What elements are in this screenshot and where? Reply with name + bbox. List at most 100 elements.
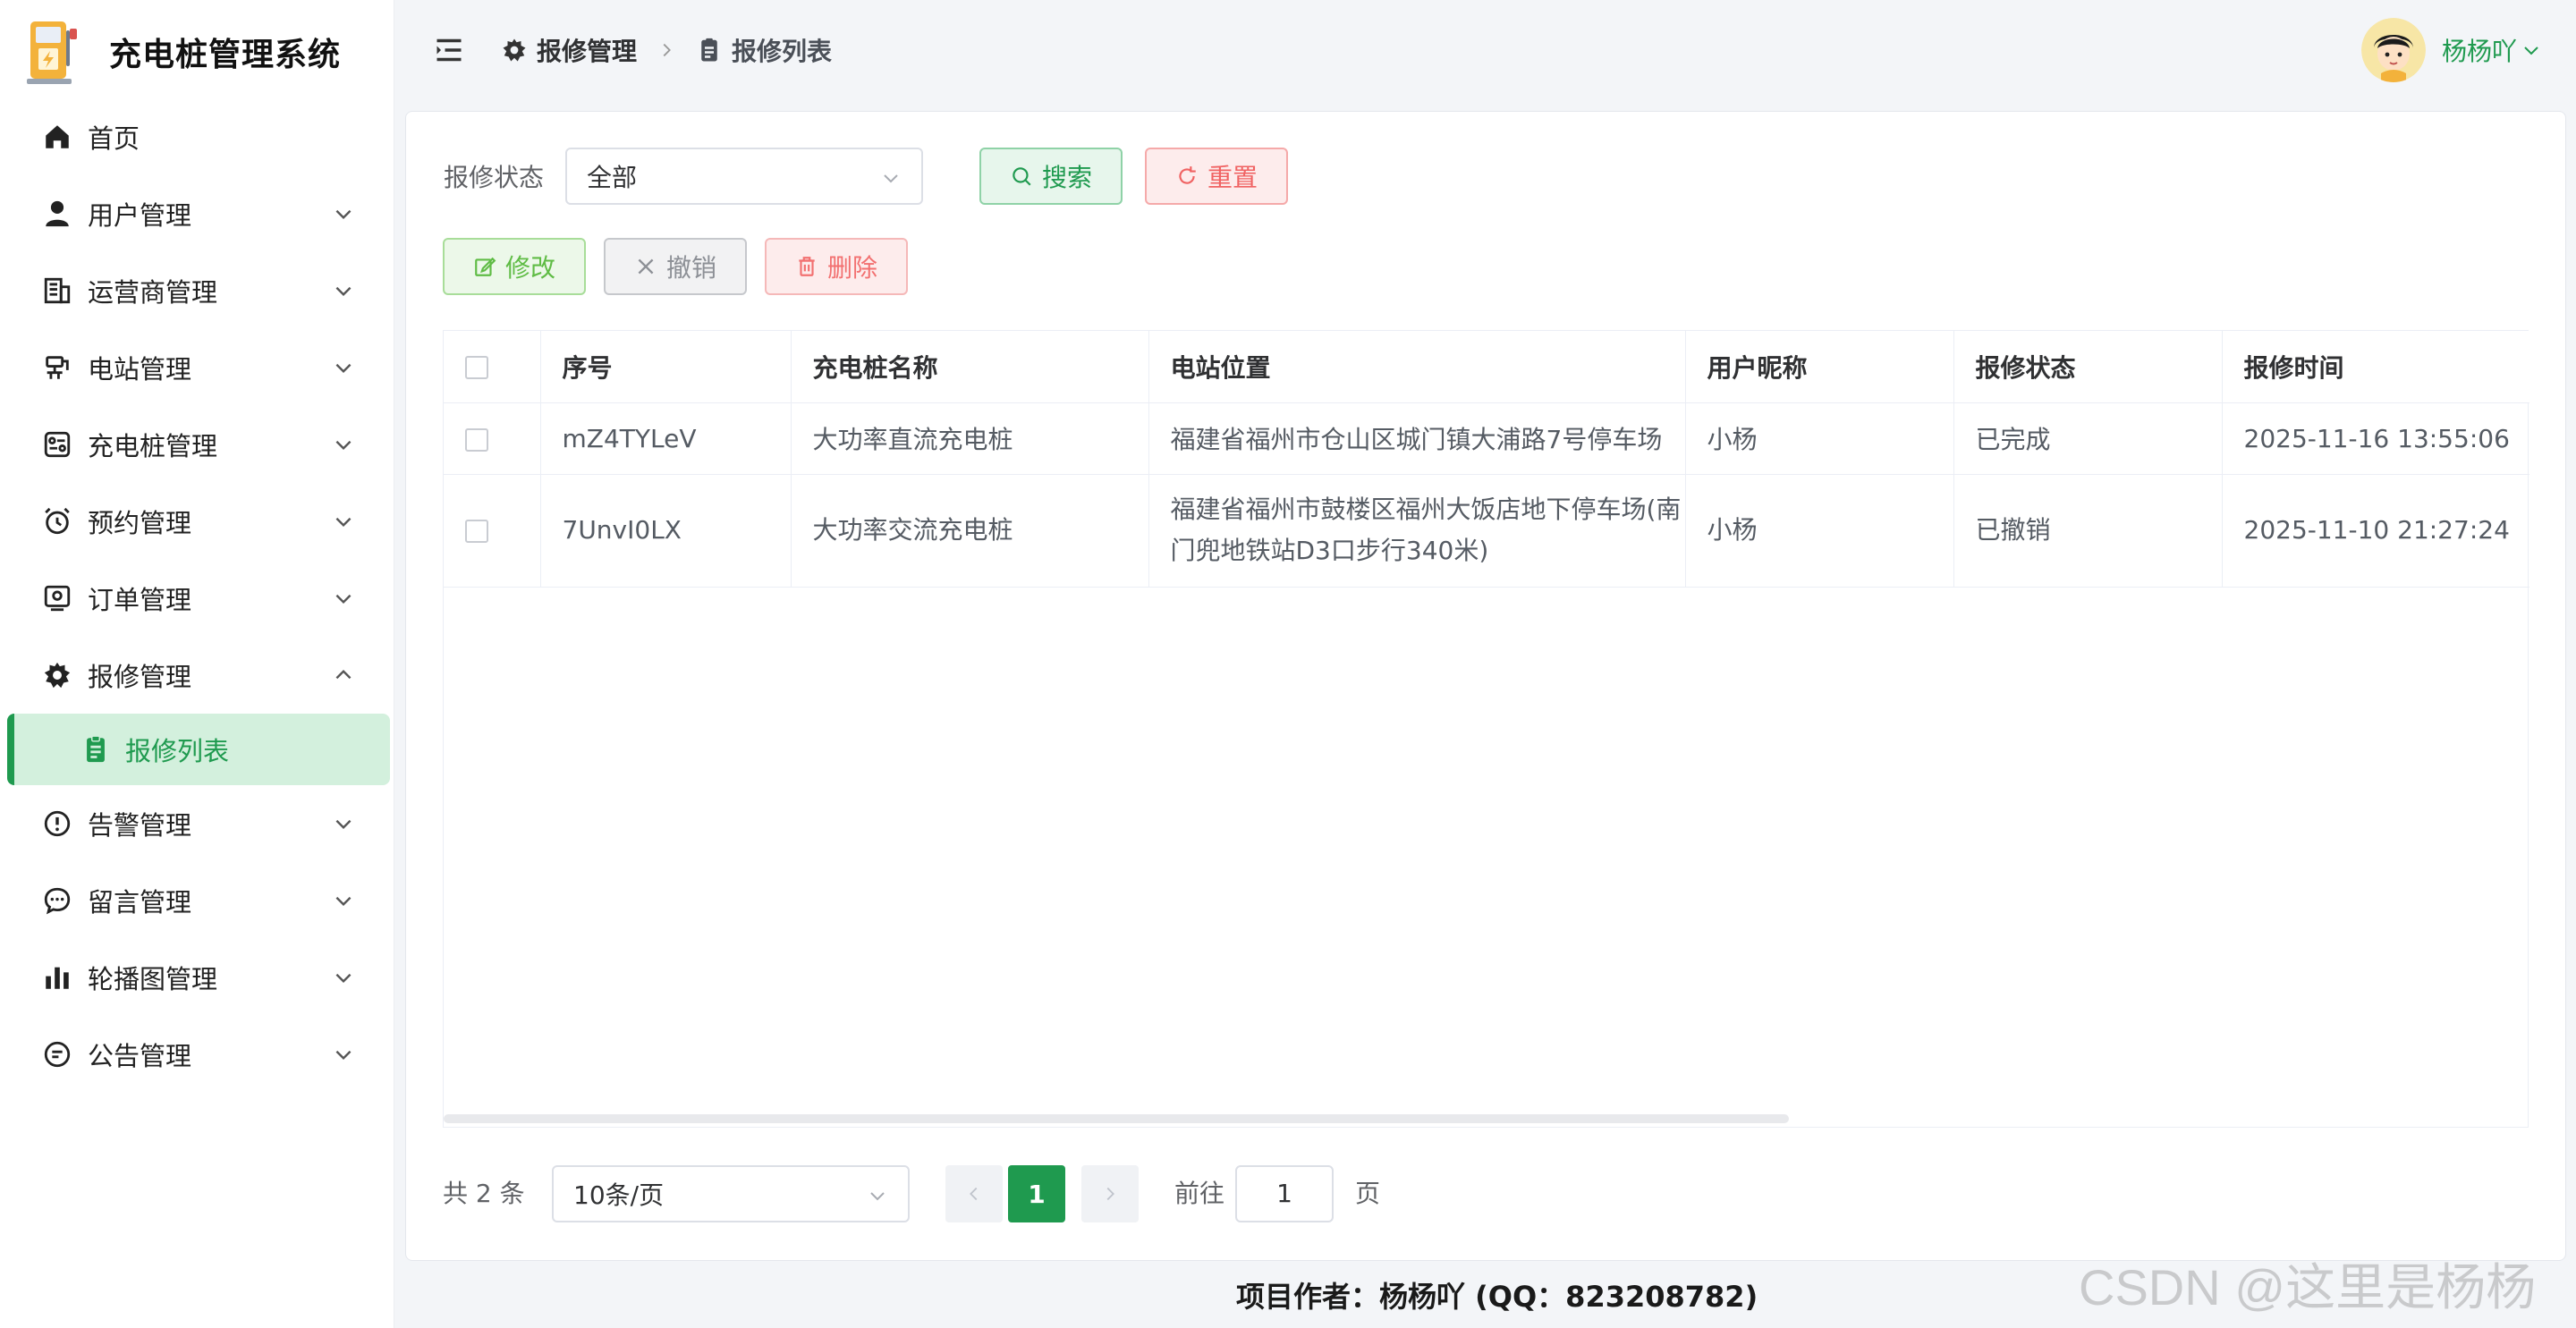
select-all-checkbox[interactable] (465, 356, 488, 380)
gear-icon (503, 38, 526, 62)
edit-button[interactable]: 修改 (443, 238, 586, 295)
sidebar-item-label: 轮播图管理 (88, 964, 218, 994)
top-bar: 报修管理 报修列表 杨杨吖 (395, 0, 2576, 100)
menu-fold-icon[interactable] (433, 34, 465, 66)
sidebar-item-chargers[interactable]: 充电桩管理 (0, 406, 394, 483)
user-icon (39, 196, 75, 232)
chevron-down-icon (2524, 47, 2538, 55)
cancel-button-label: 撤销 (665, 253, 716, 283)
sidebar-item-users[interactable]: 用户管理 (0, 175, 394, 252)
cell-station-location: 福建省福州市鼓楼区福州大饭店地下停车场(南门兜地铁站D3口步行340米) (1148, 474, 1686, 588)
bar-chart-icon (39, 960, 75, 995)
column-header[interactable]: 报修时间 (2222, 331, 2529, 403)
trash-icon (799, 257, 815, 276)
sidebar-item-carousel[interactable]: 轮播图管理 (0, 939, 394, 1016)
select-all-cell (444, 331, 541, 403)
status-select-value: 全部 (587, 163, 638, 192)
sidebar-item-operators[interactable]: 运营商管理 (0, 252, 394, 329)
chevron-down-icon (335, 1050, 352, 1061)
cancel-button[interactable]: 撤销 (604, 238, 747, 295)
sidebar-item-label: 电站管理 (88, 354, 192, 385)
sidebar-item-home[interactable]: 首页 (0, 98, 394, 175)
sidebar-item-label: 订单管理 (88, 585, 192, 615)
prev-page-button[interactable] (945, 1165, 1003, 1222)
column-header[interactable]: 用户昵称 (1685, 331, 1954, 403)
edit-icon (475, 257, 496, 276)
chevron-down-icon (335, 440, 352, 451)
sidebar-menu: 首页 用户管理 运营商管理 电站管理 充电桩管理 预约管理 订单管理 报修管理 … (0, 98, 394, 1093)
row-select-cell (444, 474, 541, 588)
cell-id: mZ4TYLeV (540, 402, 792, 475)
row-checkbox[interactable] (465, 427, 488, 452)
page-number-button[interactable]: 1 (1008, 1165, 1065, 1222)
chevron-left-icon (970, 1187, 978, 1201)
table-row[interactable]: 7UnvI0LX 大功率交流充电桩 福建省福州市鼓楼区福州大饭店地下停车场(南门… (444, 474, 2529, 588)
sidebar-item-alerts[interactable]: 告警管理 (0, 785, 394, 862)
sidebar: 充电桩管理系统 首页 用户管理 运营商管理 电站管理 充电桩管理 预约管理 订单… (0, 0, 394, 1328)
sidebar-item-label: 充电桩管理 (88, 431, 218, 461)
sidebar-item-label: 运营商管理 (88, 277, 218, 308)
sidebar-item-label: 首页 (88, 123, 140, 154)
cell-repair-status: 已完成 (1953, 402, 2223, 475)
sidebar-item-repairs[interactable]: 报修管理 (0, 637, 394, 714)
sidebar-item-announcements[interactable]: 公告管理 (0, 1016, 394, 1093)
search-button-label: 搜索 (1041, 163, 1092, 192)
column-header[interactable]: 序号 (540, 331, 792, 403)
building-icon (39, 273, 75, 309)
chevron-down-icon (335, 896, 352, 907)
sidebar-item-label: 公告管理 (88, 1041, 192, 1071)
close-icon (638, 258, 654, 275)
table-header-row: 序号 充电桩名称 电站位置 用户昵称 报修状态 报修时间 (444, 331, 2529, 403)
cell-id: 7UnvI0LX (540, 474, 792, 588)
column-header[interactable]: 充电桩名称 (791, 331, 1149, 403)
sidebar-item-reservations[interactable]: 预约管理 (0, 483, 394, 560)
chevron-down-icon (335, 517, 352, 528)
cell-repair-status: 已撤销 (1953, 474, 2223, 588)
delete-button[interactable]: 删除 (765, 238, 908, 295)
reset-button[interactable]: 重置 (1145, 148, 1288, 205)
sidebar-item-label: 告警管理 (88, 810, 192, 841)
page-suffix: 页 (1355, 1179, 1381, 1208)
sidebar-item-orders[interactable]: 订单管理 (0, 560, 394, 637)
breadcrumb-item-repair-list: 报修列表 (696, 32, 832, 68)
alarm-clock-icon (39, 503, 75, 539)
warning-icon (39, 806, 75, 842)
sidebar-subitem-repair-list[interactable]: 报修列表 (7, 714, 390, 785)
sidebar-item-label: 用户管理 (88, 200, 192, 231)
status-select[interactable]: 全部 (565, 148, 923, 205)
page-size-value: 10条/页 (573, 1180, 665, 1210)
cell-user-nickname: 小杨 (1685, 474, 1954, 588)
horizontal-scrollbar[interactable] (444, 1114, 1789, 1123)
cell-charger-name: 大功率直流充电桩 (791, 402, 1149, 475)
row-checkbox[interactable] (465, 520, 488, 543)
next-page-button[interactable] (1081, 1165, 1139, 1222)
user-menu[interactable]: 杨杨吖 (2361, 16, 2542, 84)
goto-page-input[interactable]: 1 (1235, 1165, 1334, 1222)
reset-button-label: 重置 (1207, 163, 1258, 192)
goto-label: 前往 (1174, 1179, 1225, 1208)
avatar (2361, 18, 2426, 82)
chevron-down-icon (335, 286, 352, 297)
delete-button-label: 删除 (826, 253, 877, 283)
brand: 充电桩管理系统 (25, 16, 341, 88)
search-button[interactable]: 搜索 (979, 148, 1123, 205)
column-header[interactable]: 报修状态 (1953, 331, 2223, 403)
table-row[interactable]: mZ4TYLeV 大功率直流充电桩 福建省福州市仓山区城门镇大浦路7号停车场 小… (444, 402, 2529, 475)
refresh-icon (1179, 166, 1196, 184)
chevron-right-icon (1106, 1187, 1114, 1201)
sidebar-item-messages[interactable]: 留言管理 (0, 862, 394, 939)
watermark: CSDN @这里是杨杨吖 (2079, 1259, 2537, 1328)
sidebar-subitem-label: 报修列表 (125, 736, 230, 766)
pagination-total: 共 2 条 (443, 1179, 525, 1208)
column-header[interactable]: 电站位置 (1148, 331, 1686, 403)
chevron-down-icon (884, 174, 898, 183)
search-icon (1013, 167, 1031, 186)
breadcrumb-item-repairs[interactable]: 报修管理 (501, 32, 637, 68)
main-card: 报修状态 全部 搜索 重置 修改 撤销 删除 序号 充电桩名称 电站位置 用户昵… (405, 111, 2566, 1261)
charger-logo-icon (27, 21, 77, 84)
cell-station-location: 福建省福州市仓山区城门镇大浦路7号停车场 (1148, 402, 1686, 475)
sidebar-item-stations[interactable]: 电站管理 (0, 329, 394, 406)
page-size-select[interactable]: 10条/页 (552, 1165, 910, 1222)
edit-button-label: 修改 (504, 253, 555, 283)
cell-repair-time: 2025-11-10 21:27:24 (2222, 474, 2529, 588)
